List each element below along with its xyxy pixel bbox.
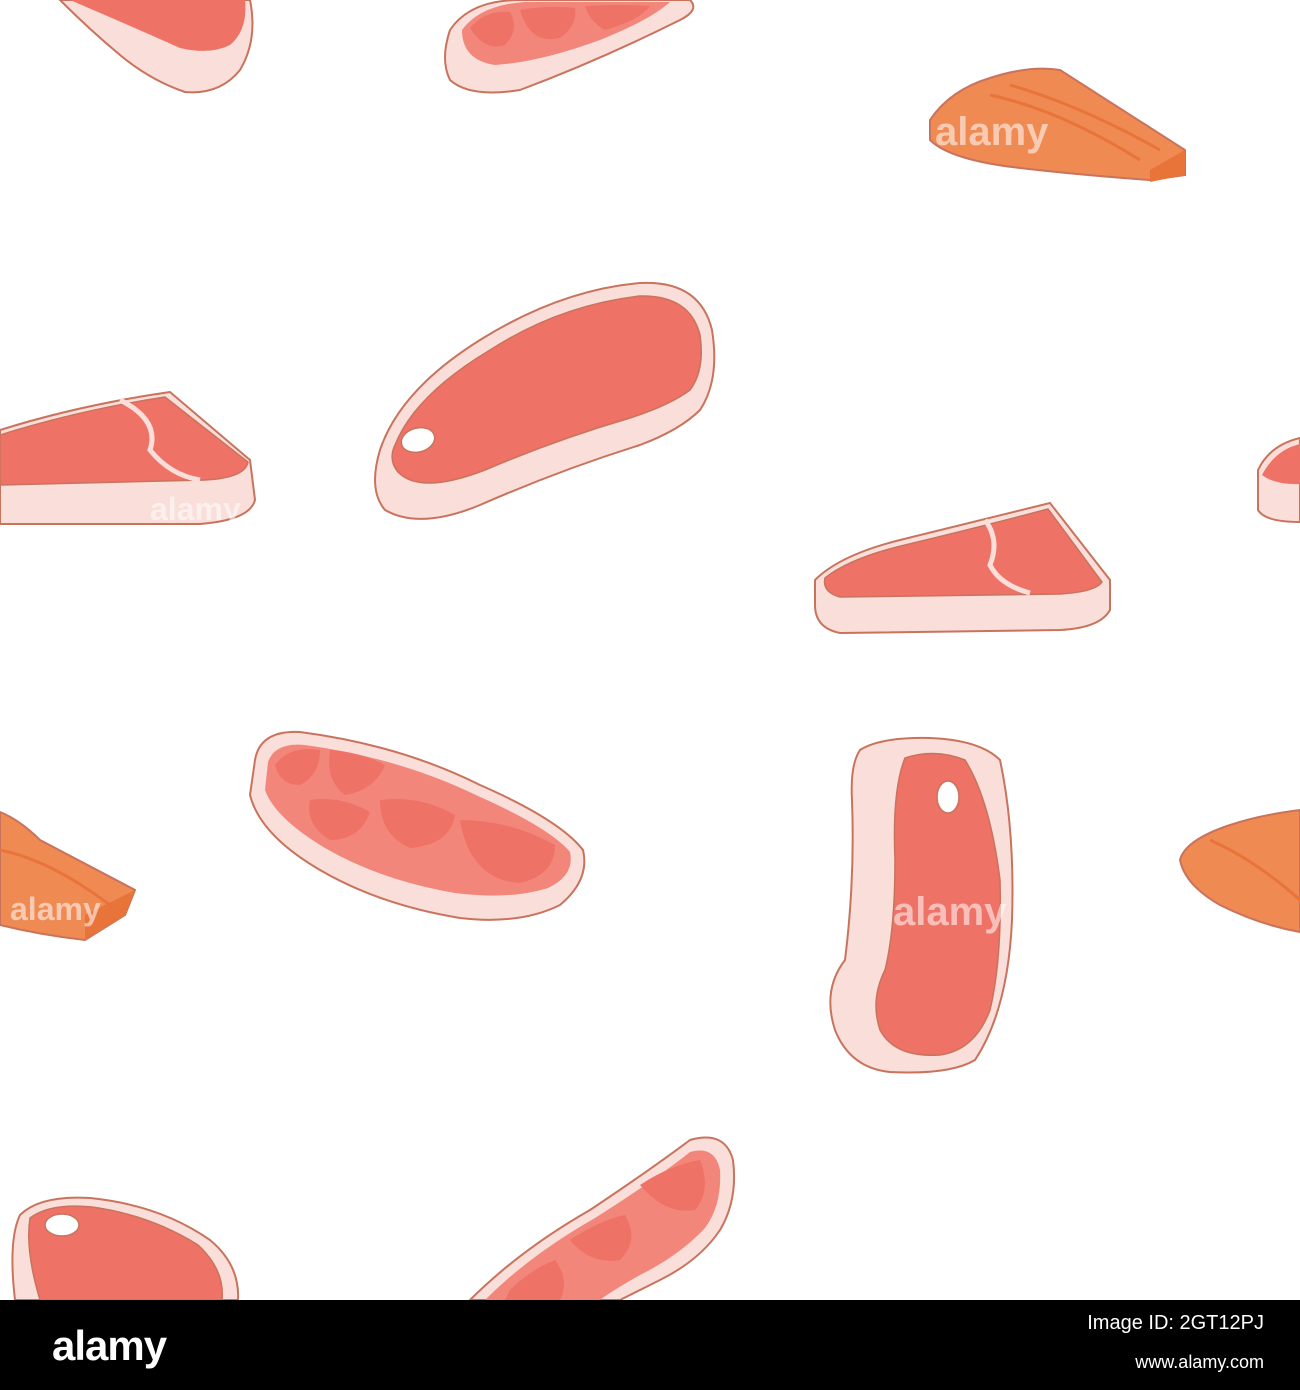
stock-footer-bar: alamy Image ID: 2GT12PJ www.alamy.com (0, 1300, 1300, 1390)
steak-marbled (58, 0, 254, 94)
steak-bone (11, 1196, 240, 1300)
image-id-label: Image ID: 2GT12PJ (1087, 1312, 1264, 1334)
steak-marbled (444, 0, 695, 94)
steak-marbled (248, 730, 586, 921)
watermark-text: alamy (10, 891, 101, 927)
salmon-fillet (1178, 808, 1300, 934)
steak-bone: alamy (829, 736, 1014, 1074)
steak-t-bone (1257, 436, 1300, 524)
steak-t-bone (814, 501, 1111, 635)
salmon-fillet: alamy (0, 810, 137, 942)
meat-pattern-illustration: alamy alamy alamy alamy (0, 0, 1300, 1300)
watermark-text: alamy (893, 890, 1007, 934)
site-url[interactable]: www.alamy.com (1135, 1352, 1264, 1373)
salmon-fillet: alamy (929, 67, 1186, 182)
alamy-logo: alamy (52, 1322, 167, 1369)
steak-marbled (468, 1136, 736, 1300)
steak-t-bone: alamy (0, 390, 257, 527)
watermark-text: alamy (150, 491, 241, 527)
watermark-text: alamy (935, 110, 1049, 154)
pattern-canvas: alamy alamy alamy alamy (0, 0, 1300, 1300)
steak-bone (374, 281, 716, 520)
